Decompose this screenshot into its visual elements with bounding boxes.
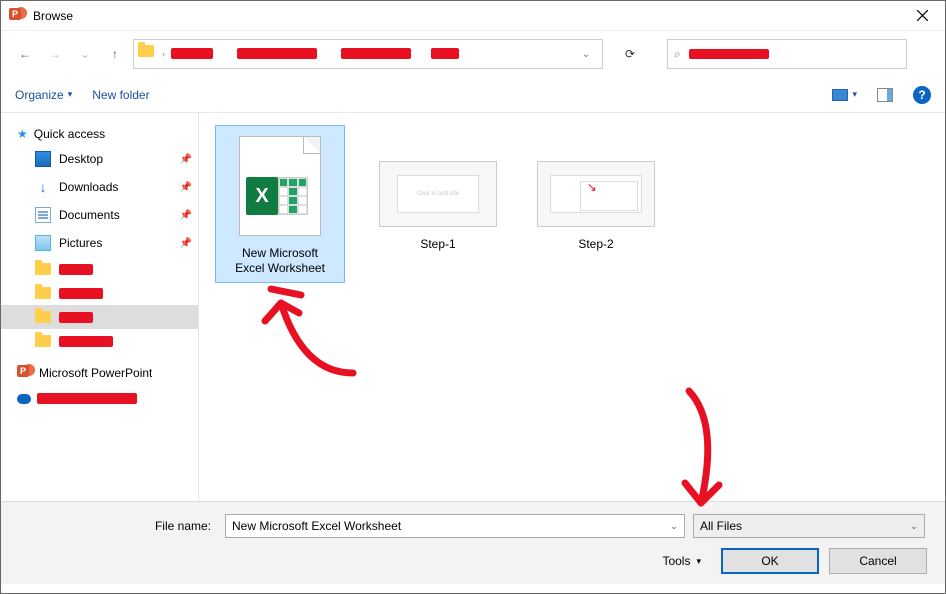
address-bar[interactable]: › ⌄ [133, 39, 603, 69]
file-item-step2[interactable]: ↘ Step-2 [531, 125, 661, 258]
quick-access-header[interactable]: ★ Quick access [1, 123, 198, 145]
refresh-button[interactable]: ⟳ [615, 39, 645, 69]
chevron-down-icon[interactable]: ⌄ [664, 515, 684, 537]
sidebar-item-label: Desktop [59, 152, 103, 166]
sidebar-item-powerpoint[interactable]: P Microsoft PowerPoint [1, 353, 198, 385]
monitor-icon [35, 151, 51, 167]
sidebar-item-onedrive-redacted[interactable] [1, 385, 198, 408]
powerpoint-icon: P [17, 365, 33, 381]
redacted-label [59, 336, 113, 347]
pin-icon: 📌 [180, 238, 192, 249]
new-folder-button[interactable]: New folder [92, 88, 149, 102]
tools-menu[interactable]: Tools▾ [662, 554, 701, 568]
redacted-label [59, 264, 93, 275]
window-title: Browse [33, 9, 899, 23]
forward-button[interactable]: → [43, 42, 67, 66]
sidebar-item-downloads[interactable]: ↓ Downloads 📌 [1, 173, 198, 201]
download-icon: ↓ [35, 179, 51, 195]
file-thumbnail: ↘ [537, 161, 655, 227]
file-thumbnail: X [226, 132, 334, 240]
ok-button[interactable]: OK [721, 548, 819, 574]
toolbar: Organize▾ New folder ▾ ? [1, 77, 945, 113]
file-item-excel-selected[interactable]: X New Microsoft Excel Worksheet [215, 125, 345, 283]
folder-icon [35, 311, 51, 323]
sidebar-item-folder-redacted-selected[interactable] [1, 305, 198, 329]
breadcrumb[interactable] [169, 45, 574, 63]
pin-icon: 📌 [180, 210, 192, 221]
sidebar-item-pictures[interactable]: Pictures 📌 [1, 229, 198, 257]
sidebar-item-documents[interactable]: Documents 📌 [1, 201, 198, 229]
app-icon: P [9, 8, 25, 24]
sidebar-item-folder-redacted[interactable] [1, 329, 198, 353]
sidebar-item-label: Pictures [59, 236, 102, 250]
filename-input[interactable]: New Microsoft Excel Worksheet ⌄ [225, 514, 685, 538]
file-item-step1[interactable]: Click to add title Step-1 [373, 125, 503, 258]
view-mode-button[interactable]: ▾ [832, 89, 857, 101]
titlebar: P Browse [1, 1, 945, 31]
folder-icon [35, 263, 51, 275]
onedrive-icon [17, 394, 31, 404]
filename-label: File name: [17, 519, 217, 533]
redacted-label [37, 393, 137, 404]
back-button[interactable]: ← [13, 42, 37, 66]
annotation-arrow-file [243, 273, 373, 383]
address-dropdown[interactable]: ⌄ [574, 49, 598, 60]
redacted-label [59, 312, 93, 323]
chevron-down-icon[interactable]: ⌄ [904, 515, 924, 537]
search-input[interactable]: ⌕ [667, 39, 907, 69]
bottom-bar: File name: New Microsoft Excel Worksheet… [1, 501, 945, 584]
redacted-label [59, 288, 103, 299]
folder-icon [138, 45, 156, 63]
star-icon: ★ [17, 127, 28, 141]
folder-icon [35, 335, 51, 347]
help-button[interactable]: ? [913, 86, 931, 104]
chevron-right-icon: › [162, 49, 165, 59]
file-label: Step-1 [373, 235, 503, 258]
pin-icon: 📌 [180, 154, 192, 165]
close-button[interactable] [899, 1, 945, 31]
search-text-redacted [689, 49, 769, 59]
organize-menu[interactable]: Organize▾ [15, 88, 72, 102]
pin-icon: 📌 [180, 182, 192, 193]
folder-icon [35, 287, 51, 299]
sidebar-item-label: Downloads [59, 180, 118, 194]
main-area: ★ Quick access Desktop 📌 ↓ Downloads 📌 D… [1, 113, 945, 501]
excel-icon: X [246, 177, 308, 215]
pictures-icon [35, 235, 51, 251]
sidebar-item-label: Documents [59, 208, 120, 222]
file-label: New Microsoft Excel Worksheet [216, 244, 344, 282]
file-thumbnail: Click to add title [379, 161, 497, 227]
sidebar-item-folder-redacted[interactable] [1, 281, 198, 305]
sidebar[interactable]: ★ Quick access Desktop 📌 ↓ Downloads 📌 D… [1, 113, 199, 501]
document-icon [35, 207, 51, 223]
nav-row: ← → ⌄ ↑ › ⌄ ⟳ ⌕ [1, 31, 945, 77]
cancel-button[interactable]: Cancel [829, 548, 927, 574]
search-icon: ⌕ [674, 47, 681, 62]
file-grid[interactable]: X New Microsoft Excel Worksheet Click to… [199, 113, 945, 501]
sidebar-item-desktop[interactable]: Desktop 📌 [1, 145, 198, 173]
file-type-select[interactable]: All Files ⌄ [693, 514, 925, 538]
preview-pane-button[interactable] [877, 88, 893, 102]
sidebar-item-folder-redacted[interactable] [1, 257, 198, 281]
recent-dropdown[interactable]: ⌄ [73, 42, 97, 66]
up-button[interactable]: ↑ [103, 42, 127, 66]
file-label: Step-2 [531, 235, 661, 258]
